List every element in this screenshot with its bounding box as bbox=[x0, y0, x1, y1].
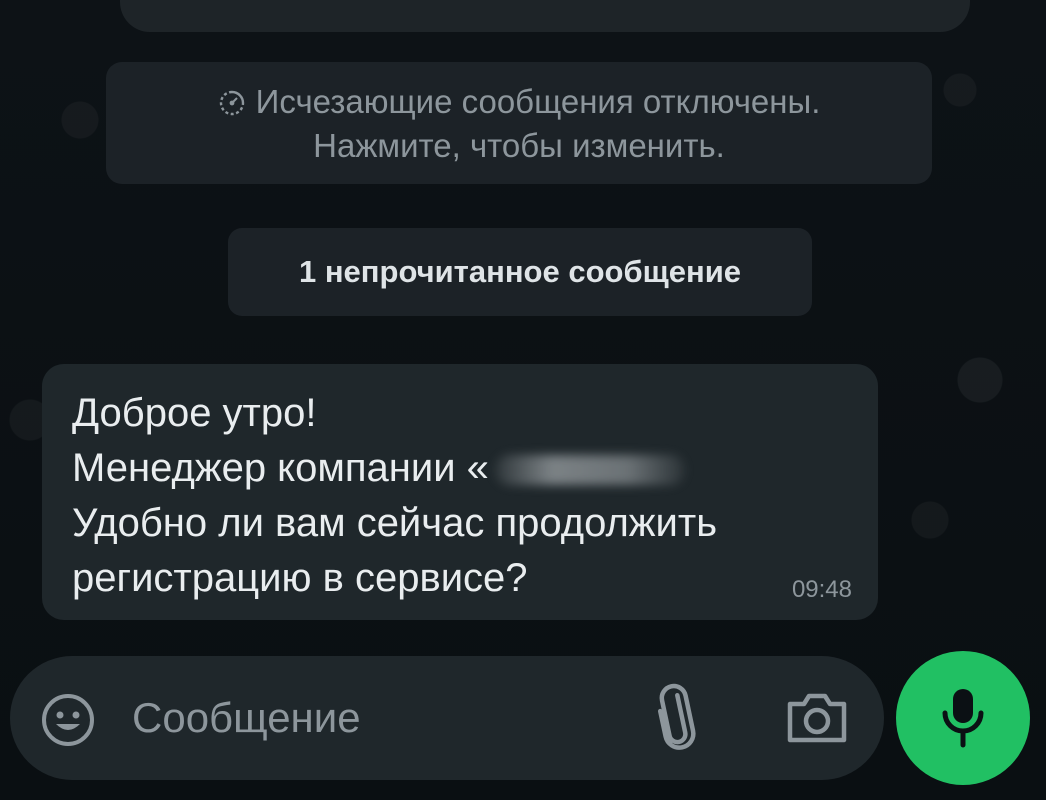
incoming-message-bubble[interactable]: Доброе утро! Менеджер компании « Удобно … bbox=[42, 364, 878, 620]
message-composer bbox=[10, 656, 884, 780]
voice-message-button[interactable] bbox=[896, 651, 1030, 785]
notice-line-1: Исчезающие сообщения отключены. bbox=[255, 83, 821, 120]
message-text: Доброе утро! Менеджер компании « Удобно … bbox=[72, 386, 848, 606]
unread-messages-divider: 1 непрочитанное сообщение bbox=[228, 228, 812, 316]
message-line-1: Доброе утро! bbox=[72, 391, 317, 435]
paperclip-icon[interactable] bbox=[650, 682, 702, 754]
message-input[interactable] bbox=[132, 688, 612, 748]
notice-line-2: Нажмите, чтобы изменить. bbox=[313, 127, 725, 164]
message-line-3: Удобно ли вам сейчас продолжить bbox=[72, 501, 718, 545]
timer-icon bbox=[219, 90, 244, 116]
blurred-company-name bbox=[494, 455, 685, 486]
microphone-icon bbox=[942, 689, 984, 748]
message-line-4: регистрацию в сервисе? bbox=[72, 556, 528, 600]
message-line-2: Менеджер компании « bbox=[72, 446, 489, 490]
emoji-icon[interactable] bbox=[40, 692, 96, 748]
previous-message-bubble[interactable] bbox=[120, 0, 970, 32]
camera-icon[interactable] bbox=[782, 688, 852, 748]
message-timestamp: 09:48 bbox=[791, 576, 852, 603]
message-line-2-wrapper: Менеджер компании « bbox=[72, 441, 848, 496]
unread-label: 1 непрочитанное сообщение bbox=[298, 254, 742, 289]
disappearing-messages-notice[interactable]: Исчезающие сообщения отключены. Нажмите,… bbox=[106, 62, 932, 184]
